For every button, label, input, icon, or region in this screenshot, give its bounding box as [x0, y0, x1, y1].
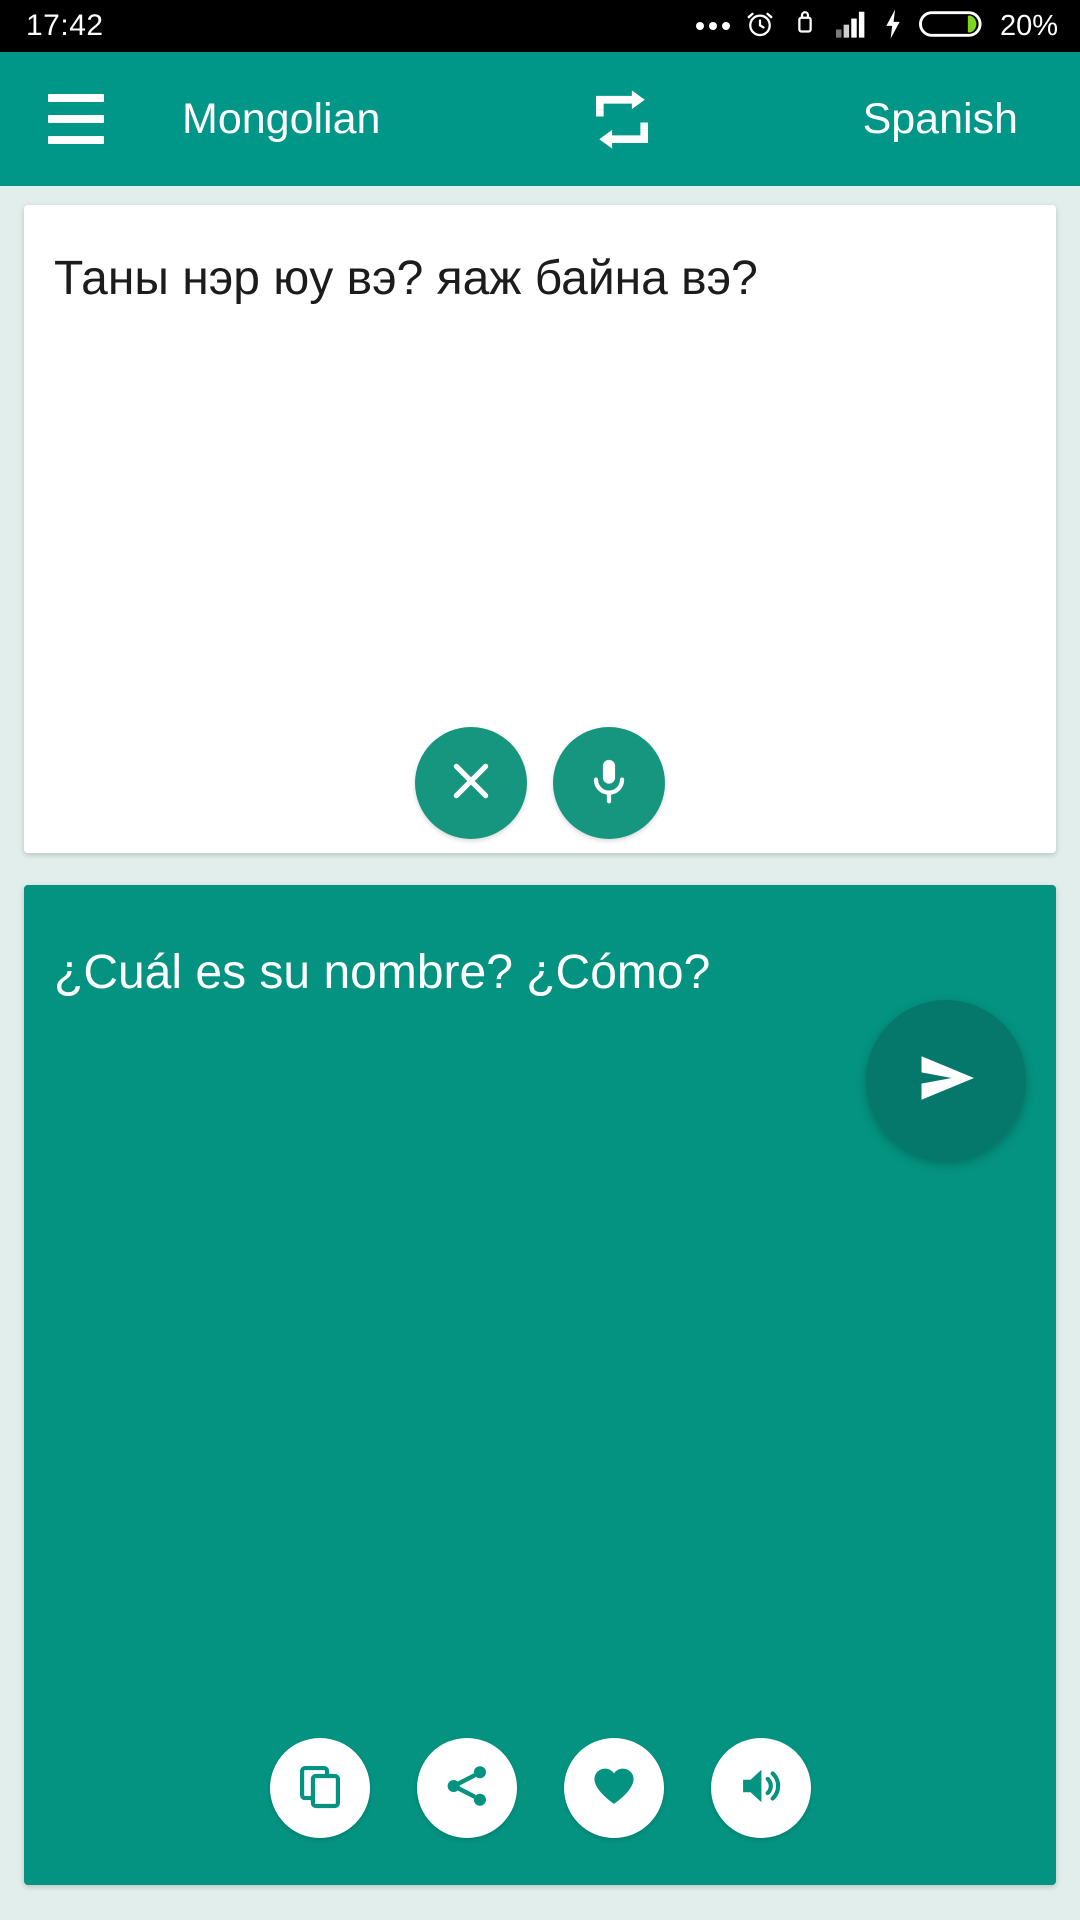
microphone-icon [582, 754, 636, 813]
status-time: 17:42 [26, 9, 104, 42]
alarm-icon [744, 8, 776, 45]
status-icons-group: 20% [695, 8, 1058, 45]
source-text[interactable]: Таны нэр юу вэ? яаж байна вэ? [54, 249, 1026, 309]
microphone-button[interactable] [553, 727, 665, 839]
source-language-button[interactable]: Mongolian [182, 95, 380, 144]
favorite-button[interactable] [563, 1738, 664, 1838]
close-x-icon [444, 754, 498, 813]
hamburger-menu-icon[interactable] [48, 94, 144, 144]
copy-button[interactable] [269, 1738, 370, 1838]
more-dots-icon [695, 22, 730, 30]
copy-icon [295, 1761, 345, 1816]
speaker-icon [736, 1761, 786, 1816]
share-icon [442, 1761, 492, 1816]
usb-icon [790, 8, 820, 45]
translated-text: ¿Cuál es su nombre? ¿Cómo? [54, 946, 711, 999]
translate-send-button[interactable] [866, 1000, 1026, 1160]
battery-percent: 20% [999, 9, 1058, 42]
share-button[interactable] [416, 1738, 517, 1838]
swap-languages-icon[interactable] [585, 82, 659, 156]
speak-button[interactable] [710, 1738, 811, 1838]
status-bar: 17:42 20% [0, 0, 1080, 52]
output-actions-group [24, 1738, 1056, 1838]
clear-button[interactable] [415, 727, 527, 839]
signal-icon [834, 9, 868, 44]
battery-icon [918, 8, 984, 45]
charging-bolt-icon [882, 8, 904, 45]
send-arrow-icon [904, 1036, 988, 1125]
source-text-card[interactable]: Таны нэр юу вэ? яаж байна вэ? [24, 205, 1056, 853]
target-language-button[interactable]: Spanish [863, 95, 1018, 144]
app-header: Mongolian Spanish [0, 52, 1080, 186]
heart-icon [589, 1761, 639, 1816]
input-actions-group [24, 727, 1056, 839]
